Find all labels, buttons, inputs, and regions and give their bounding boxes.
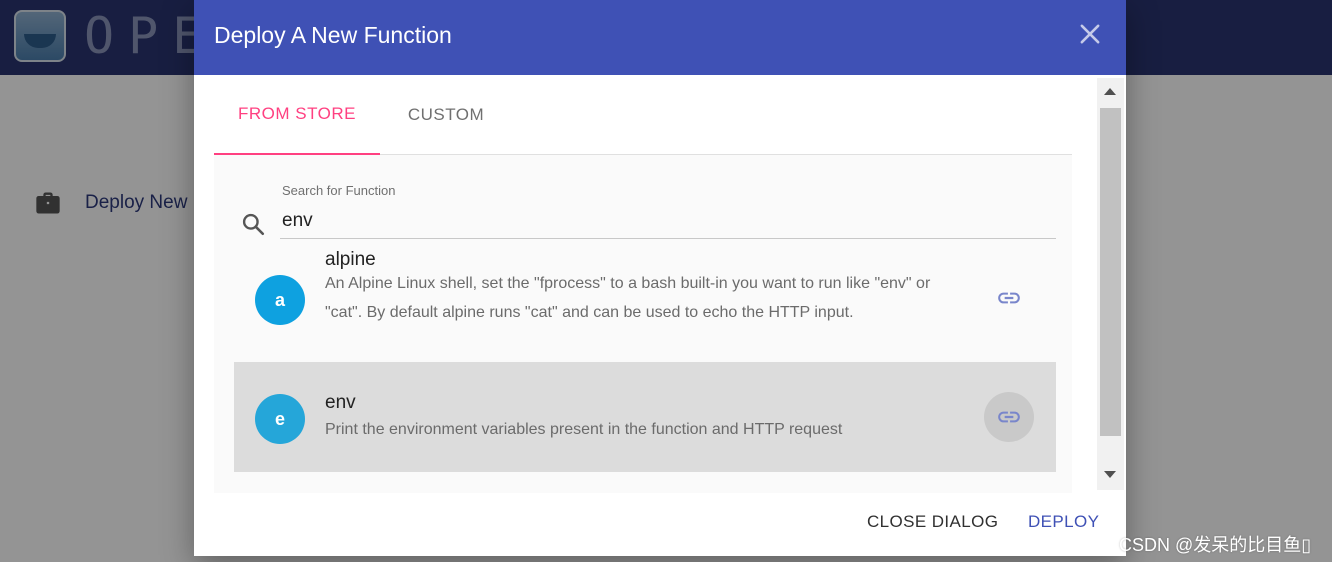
- link-button[interactable]: [984, 273, 1034, 323]
- scroll-up-arrow-icon[interactable]: [1104, 88, 1116, 95]
- tab-bar: FROM STORE CUSTOM: [214, 75, 1072, 155]
- dialog-actions: CLOSE DIALOG DEPLOY: [194, 480, 1126, 556]
- tab-from-store[interactable]: FROM STORE: [214, 75, 380, 155]
- link-button[interactable]: [984, 392, 1034, 442]
- link-icon: [998, 292, 1020, 304]
- watermark: CSDN @发呆的比目鱼▯: [1119, 535, 1312, 555]
- list-item-selected[interactable]: e env Print the environment variables pr…: [234, 362, 1056, 472]
- store-panel: Search for Function a alpine An Alpine L…: [214, 155, 1072, 493]
- function-description: Print the environment variables present …: [325, 421, 843, 438]
- tab-custom[interactable]: CUSTOM: [380, 75, 512, 155]
- close-icon[interactable]: [1076, 20, 1104, 48]
- function-name: alpine: [325, 249, 376, 270]
- dialog-header: Deploy A New Function: [194, 0, 1126, 75]
- avatar: a: [255, 275, 305, 325]
- dialog-title: Deploy A New Function: [214, 22, 452, 48]
- function-list: a alpine An Alpine Linux shell, set the …: [234, 247, 1056, 472]
- deploy-button[interactable]: DEPLOY: [1028, 512, 1099, 532]
- dialog-scrollbar[interactable]: [1097, 78, 1124, 490]
- avatar: e: [255, 394, 305, 444]
- list-item[interactable]: a alpine An Alpine Linux shell, set the …: [234, 247, 1056, 362]
- link-icon: [998, 411, 1020, 423]
- deploy-function-dialog: Deploy A New Function FROM STORE CUSTOM …: [194, 0, 1126, 556]
- search-input[interactable]: [280, 203, 1056, 239]
- scroll-down-arrow-icon[interactable]: [1104, 471, 1116, 478]
- search-icon: [242, 213, 265, 236]
- search-label: Search for Function: [282, 183, 396, 198]
- function-description: An Alpine Linux shell, set the "fprocess…: [325, 275, 931, 321]
- close-dialog-button[interactable]: CLOSE DIALOG: [867, 512, 998, 532]
- dialog-content: FROM STORE CUSTOM Search for Function a …: [194, 75, 1126, 493]
- function-name: env: [325, 392, 356, 413]
- scrollbar-thumb[interactable]: [1100, 108, 1121, 436]
- search-field: Search for Function: [236, 181, 1056, 239]
